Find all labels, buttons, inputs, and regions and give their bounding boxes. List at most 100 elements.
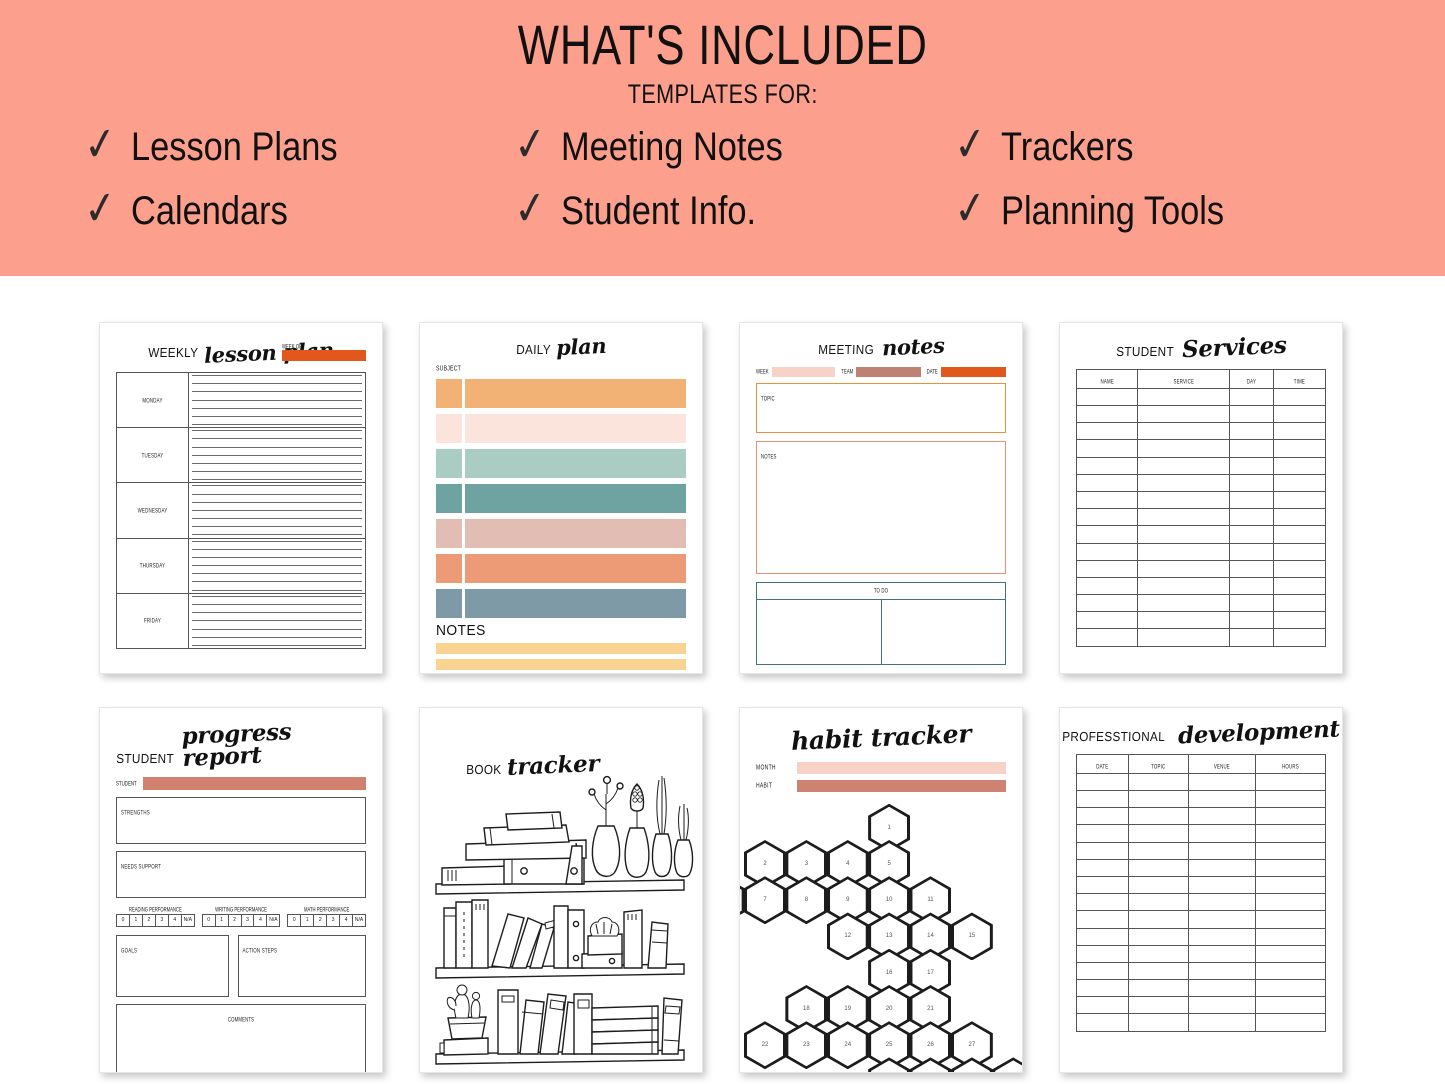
table-cell[interactable] [1229,628,1274,647]
table-cell[interactable] [1187,927,1256,946]
notes-bars[interactable] [436,642,686,670]
table-cell[interactable] [1076,944,1129,963]
student-field[interactable]: STUDENT [116,776,366,790]
table-cell[interactable] [1254,1013,1327,1032]
template-card-student-progress-report[interactable]: STUDENT progress report STUDENT STRENGTH… [99,707,383,1073]
table-cell[interactable] [1254,858,1327,877]
table-cell[interactable] [1076,996,1129,1015]
table-cell[interactable] [1075,611,1139,630]
table-cell[interactable] [1137,525,1231,544]
table-row[interactable] [1076,1013,1327,1032]
rating-option[interactable]: 1 [216,914,229,926]
rating-option[interactable]: N/A [353,915,365,926]
meeting-field-week[interactable]: WEEK [756,366,836,377]
content-cell[interactable] [465,448,686,478]
table-cell[interactable] [1254,790,1327,809]
table-row[interactable] [1076,910,1327,929]
habit-hex-day[interactable]: 6 [740,876,745,925]
table-cell[interactable] [1075,508,1139,527]
lesson-plan-day-row[interactable]: MONDAY [117,372,365,429]
week-of-field[interactable]: WEEK OF [282,343,366,361]
table-cell[interactable] [1137,405,1231,424]
table-row[interactable] [1075,559,1327,578]
table-cell[interactable] [1187,979,1256,998]
habit-field-habit[interactable]: HABIT [756,779,1006,792]
daily-plan-row[interactable] [436,413,686,443]
table-row[interactable] [1075,473,1327,492]
lesson-plan-day-row[interactable]: WEDNESDAY [117,483,365,539]
habit-hex-day[interactable]: 31 [992,1057,1022,1072]
writing-lines[interactable] [189,594,365,648]
daily-plan-row[interactable] [436,378,686,408]
table-cell[interactable] [1127,893,1189,912]
template-card-habit-tracker[interactable]: habit tracker MONTHHABIT 123456789101112… [739,707,1023,1073]
table-cell[interactable] [1076,790,1129,809]
table-cell[interactable] [1272,387,1327,407]
lesson-plan-day-row[interactable]: TUESDAY [117,428,365,484]
table-cell[interactable] [1229,473,1274,492]
rating-scale[interactable]: 0 1 2 3 4 N/A [201,913,281,927]
meeting-field-team[interactable]: TEAM [841,366,921,377]
table-cell[interactable] [1137,559,1231,578]
table-cell[interactable] [1254,910,1327,929]
todo-box[interactable]: TO DO [756,581,1006,665]
subject-cell[interactable] [436,448,462,478]
rating-option[interactable]: 0 [203,914,216,926]
lesson-plan-day-row[interactable]: FRIDAY [117,593,365,648]
table-cell[interactable] [1272,405,1327,424]
table-cell[interactable] [1272,490,1327,510]
table-cell[interactable] [1272,576,1327,596]
table-cell[interactable] [1229,542,1274,561]
table-row[interactable] [1075,405,1327,424]
table-cell[interactable] [1137,628,1231,647]
table-cell[interactable] [1229,594,1274,613]
lesson-plan-day-row[interactable]: THURSDAY [117,538,365,594]
table-row[interactable] [1075,611,1327,630]
table-cell[interactable] [1187,807,1256,826]
table-cell[interactable] [1187,961,1256,981]
template-card-weekly-lesson-plan[interactable]: WEEKLY lesson plan WEEK OF MONDAY TUESDAY… [99,322,383,674]
rating-option[interactable]: 2 [314,914,328,926]
table-cell[interactable] [1137,594,1231,613]
content-cell[interactable] [465,518,686,548]
table-cell[interactable] [1075,456,1139,475]
table-row[interactable] [1076,961,1327,981]
table-row[interactable] [1075,387,1327,407]
table-row[interactable] [1076,772,1327,792]
table-cell[interactable] [1254,979,1327,998]
table-cell[interactable] [1127,790,1189,809]
table-cell[interactable] [1076,910,1129,929]
table-cell[interactable] [1076,1013,1129,1032]
table-cell[interactable] [1075,439,1139,458]
table-cell[interactable] [1076,807,1129,826]
table-cell[interactable] [1254,996,1327,1015]
table-cell[interactable] [1229,456,1274,475]
content-cell[interactable] [465,588,686,618]
table-cell[interactable] [1127,772,1189,792]
table-cell[interactable] [1127,824,1189,843]
rating-option[interactable]: 4 [340,914,354,926]
template-card-professional-development[interactable]: PROFESSTIONAL development DATE TOPIC VENUE… [1059,707,1343,1073]
rating-option[interactable]: 3 [156,914,169,926]
writing-lines[interactable] [189,539,365,593]
table-cell[interactable] [1272,439,1327,458]
comments-box[interactable]: COMMENTS [116,1003,366,1072]
table-cell[interactable] [1187,858,1256,877]
table-cell[interactable] [1127,910,1189,929]
table-cell[interactable] [1272,508,1327,527]
rating-option[interactable]: 4 [169,914,182,926]
note-line-bar[interactable] [436,642,686,654]
table-cell[interactable] [1127,858,1189,877]
table-cell[interactable] [1075,628,1139,647]
action-steps-box[interactable]: ACTION STEPS [237,934,366,997]
template-card-student-services[interactable]: STUDENT Services NAME SERVICE DAY TIME [1059,322,1343,674]
table-cell[interactable] [1187,944,1256,963]
subject-cell[interactable] [436,378,462,408]
table-cell[interactable] [1075,422,1139,441]
rating-option[interactable]: 4 [254,914,268,926]
writing-lines[interactable] [189,483,365,537]
table-cell[interactable] [1272,628,1327,647]
template-card-meeting-notes[interactable]: MEETING notes WEEK TEAM DATE TOPIC NOTES T… [739,322,1023,674]
table-cell[interactable] [1254,944,1327,963]
rating-scale[interactable]: 0 1 2 3 4 N/A [116,913,195,927]
